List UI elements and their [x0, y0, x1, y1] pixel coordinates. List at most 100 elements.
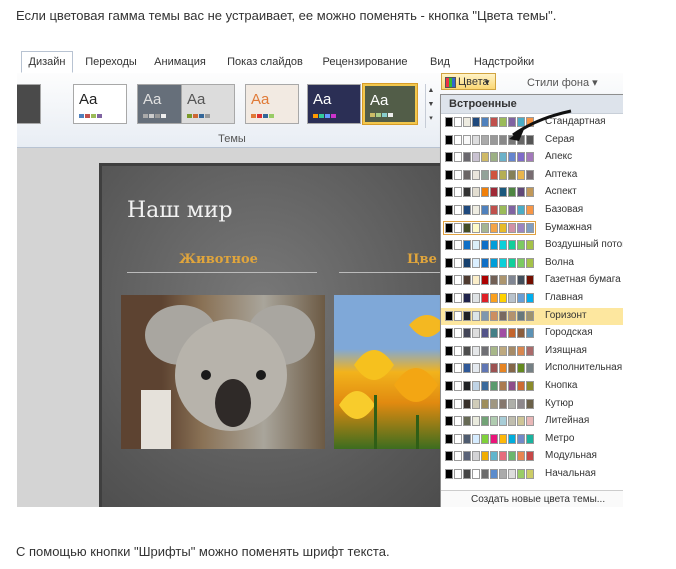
tab-view[interactable]: Вид [425, 52, 455, 72]
color-scheme-name: Изящная [545, 344, 587, 356]
color-scheme-name: Волна [545, 256, 574, 268]
tab-transitions[interactable]: Переходы [83, 52, 139, 72]
color-scheme-item[interactable]: Главная [441, 290, 623, 308]
powerpoint-screenshot: Дизайн Переходы Анимация Показ слайдов Р… [17, 49, 623, 507]
color-swatches [445, 152, 534, 163]
color-scheme-name: Базовая [545, 203, 584, 215]
color-swatches [445, 310, 534, 321]
color-scheme-name: Аптека [545, 168, 578, 180]
tab-slideshow[interactable]: Показ слайдов [223, 52, 307, 72]
scroll-up-icon[interactable]: ▲ [426, 84, 436, 98]
theme-sample-label: Aa [370, 92, 389, 109]
intro-text: Если цветовая гамма темы вас не устраива… [16, 8, 557, 23]
theme-sample-label: Aa [187, 91, 206, 108]
tab-addins[interactable]: Надстройки [469, 52, 539, 72]
theme-sample-label: Aa [143, 91, 162, 108]
expand-gallery-icon[interactable]: ▾ [426, 112, 436, 126]
slide-subheading-right[interactable]: Цве [407, 252, 437, 267]
color-scheme-name: Исполнительная [545, 362, 623, 374]
color-scheme-name: Воздушный поток [545, 239, 623, 251]
theme-sample-label: Aa [313, 91, 332, 108]
theme-sample-label: Aa [79, 91, 98, 108]
palette-icon [445, 77, 456, 88]
color-swatches [445, 292, 534, 303]
color-swatches [445, 275, 534, 286]
color-swatches [445, 257, 534, 268]
theme-colors-dropdown: Встроенные Стандартная Серая Апекс Аптека Ас… [440, 94, 623, 507]
color-swatches [445, 204, 534, 215]
color-scheme-item[interactable]: Базовая [441, 202, 623, 220]
color-scheme-item[interactable]: Кутюр [441, 396, 623, 414]
color-scheme-item[interactable]: Бумажная [441, 220, 623, 238]
theme-thumbnail[interactable]: Aa [73, 84, 127, 124]
color-scheme-item[interactable]: Начальная [441, 466, 623, 484]
color-swatches [445, 468, 534, 479]
color-scheme-item[interactable]: Волна [441, 255, 623, 273]
tab-review[interactable]: Рецензирование [317, 52, 413, 72]
color-swatches [445, 169, 534, 180]
color-swatches [445, 416, 534, 427]
gallery-scroll[interactable]: ▲ ▼ ▾ [425, 84, 436, 128]
color-swatches [443, 220, 536, 235]
create-theme-colors-item[interactable]: Создать новые цвета темы... [441, 490, 623, 507]
color-swatches [445, 187, 534, 198]
background-styles-button[interactable]: Стили фона ▾ [527, 76, 598, 89]
color-scheme-item[interactable]: Литейная [441, 413, 623, 431]
color-scheme-item[interactable]: Аспект [441, 184, 623, 202]
color-scheme-item[interactable]: Апекс [441, 149, 623, 167]
chevron-down-icon: ▾ [592, 77, 598, 89]
theme-colors-button[interactable]: Цвета ▼ [441, 73, 496, 90]
color-scheme-item[interactable]: Исполнительная [441, 360, 623, 378]
theme-thumbnail[interactable]: Aa [307, 84, 361, 124]
color-scheme-name: Метро [545, 432, 575, 444]
divider [127, 272, 317, 273]
theme-thumbnail[interactable]: Aa [245, 84, 299, 124]
theme-thumbnail[interactable]: Aa [181, 84, 235, 124]
color-scheme-item[interactable]: Горизонт [441, 307, 623, 326]
theme-thumbnail[interactable]: Aa [17, 84, 41, 124]
color-swatches [445, 398, 534, 409]
color-swatches [445, 363, 534, 374]
koala-image[interactable] [121, 295, 325, 449]
chevron-down-icon: ▼ [483, 78, 491, 87]
color-scheme-item[interactable]: Аптека [441, 167, 623, 185]
scroll-down-icon[interactable]: ▼ [426, 98, 436, 112]
color-scheme-name: Аспект [545, 186, 577, 198]
color-scheme-item[interactable]: Кнопка [441, 378, 623, 396]
ribbon-tabs: Дизайн Переходы Анимация Показ слайдов Р… [17, 49, 623, 74]
color-swatches [445, 345, 534, 356]
color-swatches [445, 380, 534, 391]
theme-thumbnail[interactable]: Aa [363, 84, 417, 124]
color-scheme-name: Городская [545, 327, 593, 339]
color-scheme-item[interactable]: Городская [441, 325, 623, 343]
bg-styles-label: Стили фона [527, 77, 590, 89]
color-scheme-name: Бумажная [545, 221, 592, 233]
color-scheme-name: Литейная [545, 415, 590, 427]
annotation-arrow-icon [509, 109, 572, 141]
color-swatches [445, 240, 534, 251]
color-scheme-name: Горизонт [545, 309, 587, 321]
color-scheme-name: Начальная [545, 467, 596, 479]
color-scheme-name: Кутюр [545, 397, 574, 409]
color-scheme-item[interactable]: Воздушный поток [441, 237, 623, 255]
color-scheme-name: Апекс [545, 151, 573, 163]
group-label: Темы [218, 133, 246, 145]
color-scheme-item[interactable]: Метро [441, 431, 623, 449]
color-scheme-name: Газетная бумага [545, 274, 621, 286]
color-scheme-name: Модульная [545, 450, 597, 462]
color-scheme-item[interactable]: Модульная [441, 448, 623, 466]
slide-subheading-left[interactable]: Животное [179, 252, 258, 267]
color-swatches [445, 433, 534, 444]
theme-sample-label: Aa [251, 91, 270, 108]
outro-text: С помощью кнопки "Шрифты" можно поменять… [16, 544, 390, 559]
tab-design[interactable]: Дизайн [21, 51, 73, 73]
color-scheme-item[interactable]: Газетная бумага [441, 272, 623, 290]
color-scheme-name: Главная [545, 291, 584, 303]
color-scheme-name: Кнопка [545, 379, 578, 391]
color-swatches [445, 451, 534, 462]
tab-animation[interactable]: Анимация [149, 52, 211, 72]
slide[interactable]: Наш мир Животное Цве [99, 163, 459, 507]
slide-title[interactable]: Наш мир [127, 198, 233, 223]
color-swatches [445, 328, 534, 339]
color-scheme-item[interactable]: Изящная [441, 343, 623, 361]
